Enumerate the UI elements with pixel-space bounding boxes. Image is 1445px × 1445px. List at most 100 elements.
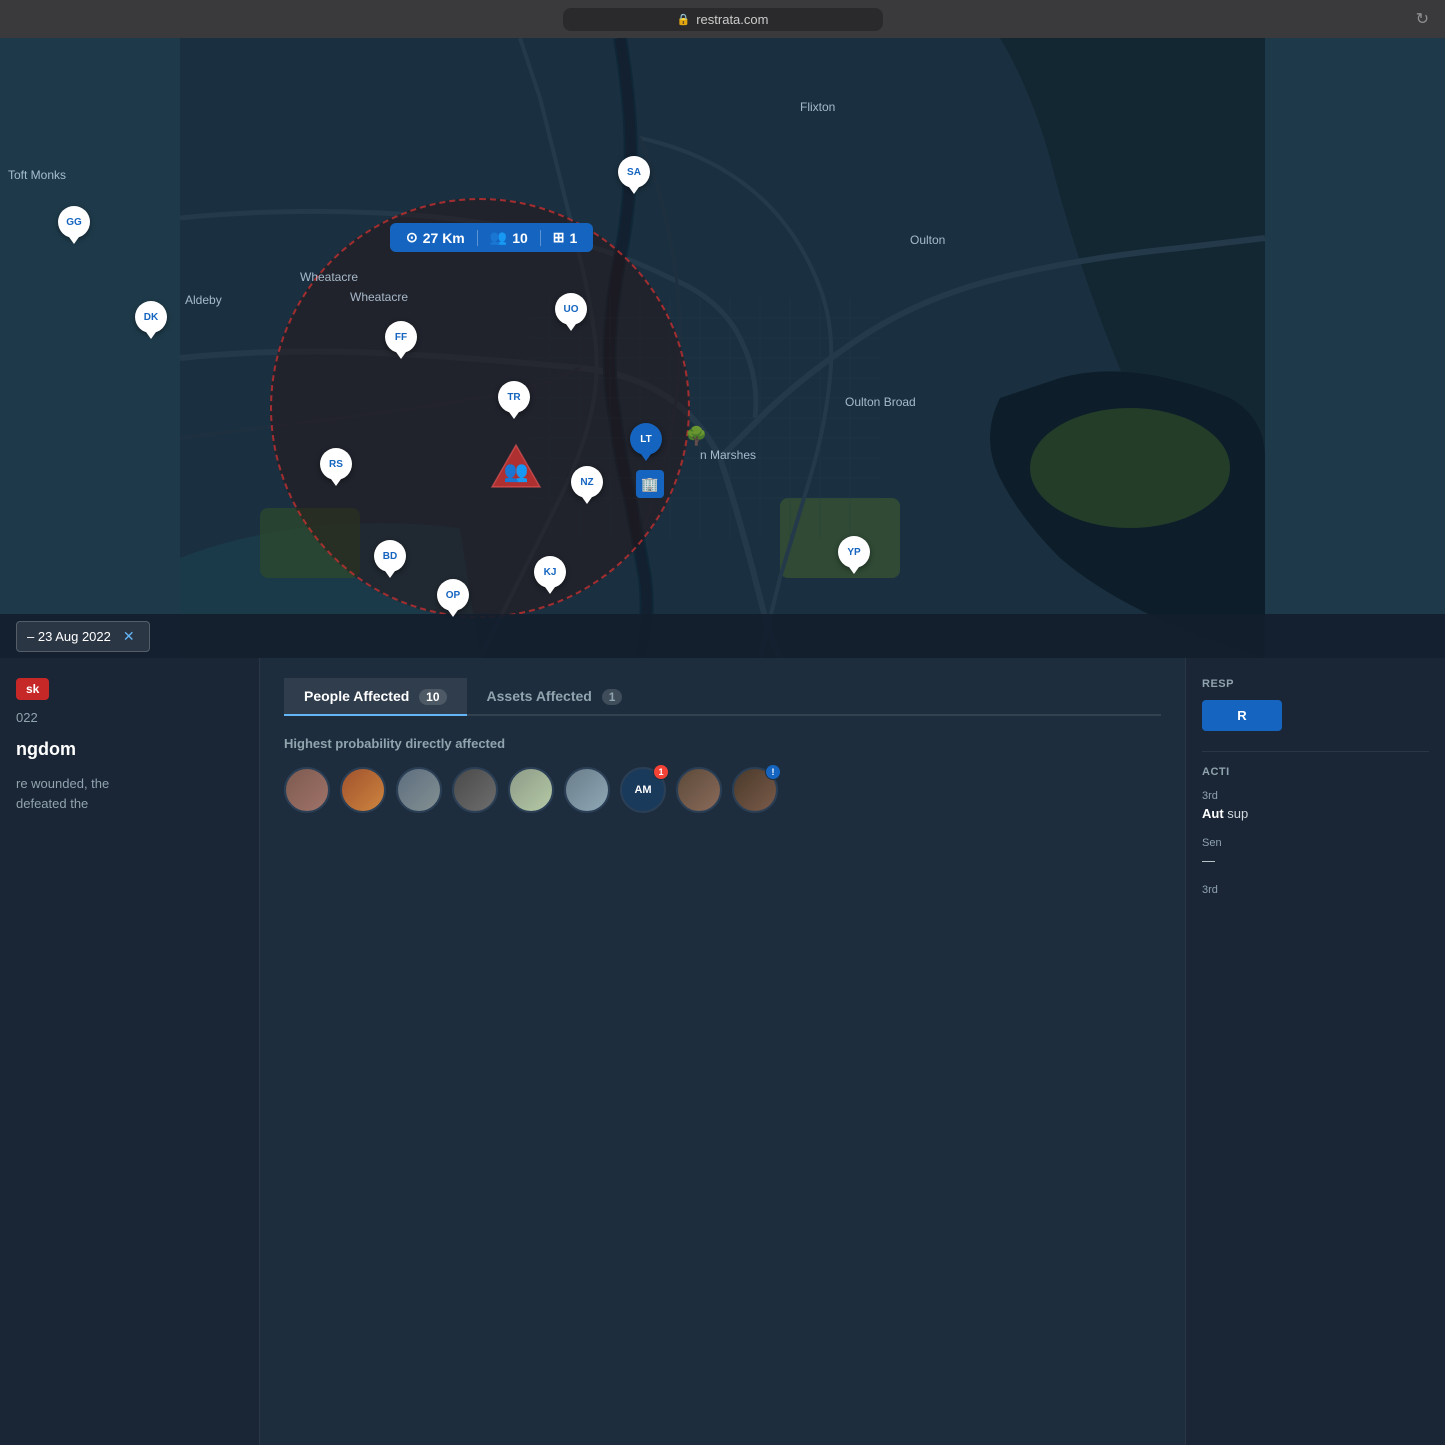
description-line-1: re wounded, the bbox=[16, 774, 243, 794]
pin-FF[interactable]: FF bbox=[385, 321, 417, 353]
avatar-circle-4 bbox=[452, 767, 498, 813]
avatar-8[interactable]: ! bbox=[732, 767, 778, 813]
avatar-circle-2 bbox=[340, 767, 386, 813]
map-stats-pill: ⊙ 27 Km 👥 10 ⊞ 1 bbox=[390, 223, 593, 252]
address-bar: 🔒 restrata.com bbox=[563, 8, 883, 31]
pin-OP[interactable]: OP bbox=[437, 579, 469, 611]
pin-bubble-YP: YP bbox=[838, 536, 870, 568]
section-highest-probability-label: Highest probability directly affected bbox=[284, 736, 1161, 751]
pin-bubble-RS: RS bbox=[320, 448, 352, 480]
pin-bubble-NZ: NZ bbox=[571, 466, 603, 498]
building-icon: 🏢 bbox=[641, 476, 658, 493]
stat-divider-1 bbox=[477, 230, 478, 246]
date-filter[interactable]: – 23 Aug 2022 ✕ bbox=[16, 621, 150, 652]
avatar-6[interactable] bbox=[564, 767, 610, 813]
avatar-circle-7 bbox=[676, 767, 722, 813]
pin-bubble-SA: SA bbox=[618, 156, 650, 188]
tab-assets-label: Assets Affected bbox=[487, 688, 592, 704]
event-title: ngdom bbox=[16, 739, 243, 760]
close-filter-button[interactable]: ✕ bbox=[119, 626, 139, 647]
action-date-2: Sen bbox=[1202, 837, 1429, 849]
action-item-1: 3rd Aut sup bbox=[1202, 790, 1429, 823]
bottom-panel: sk 022 ngdom re wounded, the defeated th… bbox=[0, 658, 1445, 1445]
reload-button[interactable]: ↻ bbox=[1416, 9, 1429, 29]
filter-bar: – 23 Aug 2022 ✕ bbox=[0, 614, 1445, 658]
pin-LT[interactable]: LT bbox=[630, 423, 662, 455]
resp-button[interactable]: R bbox=[1202, 700, 1282, 731]
avatar-2[interactable] bbox=[340, 767, 386, 813]
distance-value: 27 Km bbox=[423, 230, 465, 246]
map-container: ⊙ 27 Km 👥 10 ⊞ 1 Toft Monks Aldeby Wheat… bbox=[0, 38, 1445, 658]
event-description: re wounded, the defeated the bbox=[16, 774, 243, 813]
avatar-circle-1 bbox=[284, 767, 330, 813]
tabs-container: People Affected 10 Assets Affected 1 bbox=[284, 678, 1161, 716]
incident-marker[interactable]: 👥 bbox=[490, 443, 542, 494]
pin-KJ[interactable]: KJ bbox=[534, 556, 566, 588]
action-normal-1: sup bbox=[1227, 806, 1248, 821]
pin-RS[interactable]: RS bbox=[320, 448, 352, 480]
pin-TR[interactable]: TR bbox=[498, 381, 530, 413]
pin-bubble-FF: FF bbox=[385, 321, 417, 353]
tab-people-count: 10 bbox=[419, 689, 446, 705]
action-text-1: Aut sup bbox=[1202, 805, 1429, 823]
assets-icon: ⊞ bbox=[553, 229, 565, 246]
resp-label: RESP bbox=[1202, 678, 1429, 690]
action-date-1: 3rd bbox=[1202, 790, 1429, 802]
pin-SA[interactable]: SA bbox=[618, 156, 650, 188]
risk-badge: sk bbox=[16, 678, 49, 700]
avatar-circle-6 bbox=[564, 767, 610, 813]
stat-assets: ⊞ 1 bbox=[553, 229, 578, 246]
assets-value: 1 bbox=[570, 230, 578, 246]
avatar-am[interactable]: AM 1 bbox=[620, 767, 666, 813]
avatar-badge-8: ! bbox=[765, 764, 781, 780]
pin-bubble-GG: GG bbox=[58, 206, 90, 238]
event-date: 022 bbox=[16, 710, 243, 725]
people-icon: 👥 bbox=[490, 229, 507, 246]
action-bold-1: Aut bbox=[1202, 806, 1224, 821]
avatar-circle-3 bbox=[396, 767, 442, 813]
left-sidebar: sk 022 ngdom re wounded, the defeated th… bbox=[0, 658, 260, 1445]
url-text: restrata.com bbox=[696, 12, 768, 27]
pin-DK[interactable]: DK bbox=[135, 301, 167, 333]
pin-GG[interactable]: GG bbox=[58, 206, 90, 238]
pin-bubble-OP: OP bbox=[437, 579, 469, 611]
lock-icon: 🔒 bbox=[677, 13, 691, 26]
svg-text:👥: 👥 bbox=[504, 461, 529, 483]
tab-people-label: People Affected bbox=[304, 688, 409, 704]
main-content: People Affected 10 Assets Affected 1 Hig… bbox=[260, 658, 1185, 1445]
pin-YP[interactable]: YP bbox=[838, 536, 870, 568]
stat-people: 👥 10 bbox=[490, 229, 528, 246]
pin-bubble-DK: DK bbox=[135, 301, 167, 333]
actions-label: ACTI bbox=[1202, 751, 1429, 778]
avatar-3[interactable] bbox=[396, 767, 442, 813]
description-line-2: defeated the bbox=[16, 794, 243, 814]
pin-bubble-LT: LT bbox=[630, 423, 662, 455]
browser-chrome: 🔒 restrata.com ↻ bbox=[0, 0, 1445, 38]
pin-BD[interactable]: BD bbox=[374, 540, 406, 572]
avatar-5[interactable] bbox=[508, 767, 554, 813]
tree-icon: 🌳 bbox=[685, 426, 707, 447]
incident-triangle-svg: 👥 bbox=[490, 443, 542, 489]
pin-bubble-TR: TR bbox=[498, 381, 530, 413]
pin-bubble-KJ: KJ bbox=[534, 556, 566, 588]
people-value: 10 bbox=[512, 230, 528, 246]
avatar-badge-am: 1 bbox=[653, 764, 669, 780]
tab-assets-count: 1 bbox=[602, 689, 623, 705]
date-range: – 23 Aug 2022 bbox=[27, 629, 111, 644]
pin-bubble-BD: BD bbox=[374, 540, 406, 572]
tab-people-affected[interactable]: People Affected 10 bbox=[284, 678, 467, 716]
action-item-3: 3rd bbox=[1202, 884, 1429, 896]
pin-NZ[interactable]: NZ bbox=[571, 466, 603, 498]
pin-UO[interactable]: UO bbox=[555, 293, 587, 325]
avatar-7[interactable] bbox=[676, 767, 722, 813]
avatars-row: AM 1 ! bbox=[284, 767, 1161, 813]
avatar-1[interactable] bbox=[284, 767, 330, 813]
avatar-circle-5 bbox=[508, 767, 554, 813]
avatar-4[interactable] bbox=[452, 767, 498, 813]
action-item-2: Sen — bbox=[1202, 837, 1429, 870]
building-marker[interactable]: 🏢 bbox=[636, 470, 664, 498]
action-text-2: — bbox=[1202, 852, 1429, 870]
distance-icon: ⊙ bbox=[406, 229, 418, 246]
right-sidebar: RESP R ACTI 3rd Aut sup Sen — 3rd bbox=[1185, 658, 1445, 1445]
tab-assets-affected[interactable]: Assets Affected 1 bbox=[467, 678, 643, 716]
